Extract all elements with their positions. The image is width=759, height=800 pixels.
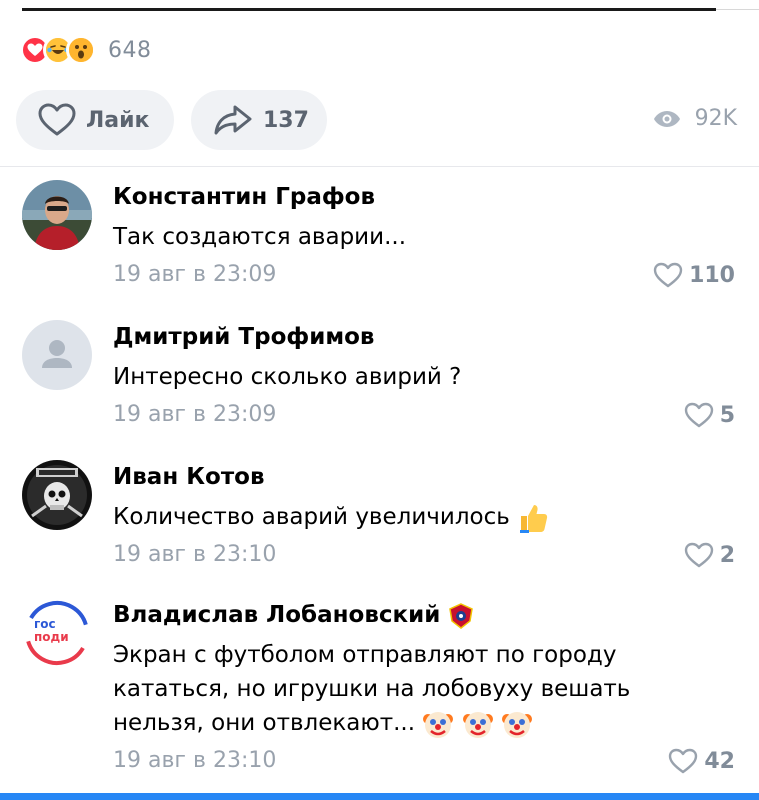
views-counter: 92K <box>653 106 737 131</box>
media-edge-bar <box>22 8 716 11</box>
media-edge-line <box>716 9 759 10</box>
avatar-gos-podi-logo[interactable]: гос поди <box>22 598 92 668</box>
clown-face-emoji-icon <box>423 711 454 738</box>
comment-time[interactable]: 19 авг в 23:09 <box>113 262 276 287</box>
comment-like-count: 42 <box>704 748 735 774</box>
comment-time[interactable]: 19 авг в 23:09 <box>113 402 276 427</box>
share-count: 137 <box>263 107 309 133</box>
comment-like-button[interactable]: 42 <box>668 748 735 774</box>
reactions-summary[interactable]: 648 <box>20 32 152 68</box>
comment-text-line: Количество аварий увеличилось <box>113 500 549 534</box>
section-divider <box>0 166 759 167</box>
comment-author-line: Владислав Лобановский <box>113 602 474 629</box>
comment-author[interactable]: Константин Графов <box>113 184 375 210</box>
comment-author[interactable]: Дмитрий Трофимов <box>113 324 374 350</box>
like-button-label: Лайк <box>86 107 150 133</box>
comment-text: Количество аварий увеличилось <box>113 504 510 530</box>
avatar-logo-text: гос поди <box>34 618 69 644</box>
avatar-photo[interactable] <box>22 180 92 250</box>
clown-face-emoji-icon <box>462 711 493 738</box>
user-silhouette-icon <box>42 340 72 368</box>
comment-like-button[interactable]: 5 <box>684 402 735 428</box>
comment-like-button[interactable]: 110 <box>653 262 735 288</box>
like-button[interactable]: Лайк <box>16 90 174 150</box>
comment-text: Так создаются аварии... <box>113 224 407 250</box>
bottom-accent-bar <box>0 793 759 800</box>
heart-outline-icon <box>669 748 698 774</box>
heart-outline-icon <box>653 262 683 288</box>
comment-author[interactable]: Иван Котов <box>113 464 265 490</box>
comment-text: нельзя, они отвлекают... <box>113 710 416 736</box>
comment-text: Экран с футболом отправляют по городу <box>113 642 617 668</box>
views-count: 92K <box>694 106 737 131</box>
comment-like-count: 110 <box>689 262 735 288</box>
surprised-reaction-icon <box>66 35 96 65</box>
comment-time[interactable]: 19 авг в 23:10 <box>113 542 276 567</box>
thumbs-up-emoji-icon <box>520 504 548 533</box>
heart-icon <box>38 103 76 136</box>
comment-like-button[interactable]: 2 <box>684 542 735 568</box>
avatar-placeholder[interactable] <box>22 320 92 390</box>
avatar-skull-logo[interactable] <box>22 460 92 530</box>
share-button[interactable]: 137 <box>191 90 327 150</box>
clown-face-emoji-icon <box>502 711 532 738</box>
eye-icon <box>653 110 680 127</box>
comment-text: Интересно сколько авирий ? <box>113 364 462 390</box>
share-arrow-icon <box>214 105 252 135</box>
clown-emoji-group <box>422 710 533 738</box>
heart-outline-icon <box>684 542 713 568</box>
logo-line-2: поди <box>34 630 69 644</box>
heart-outline-icon <box>684 402 713 428</box>
comment-time[interactable]: 19 авг в 23:10 <box>113 748 276 773</box>
reactions-count: 648 <box>108 37 152 63</box>
comment-like-count: 5 <box>719 402 735 428</box>
comment-text: кататься, но игрушки на лобовуху вешать <box>113 676 631 702</box>
comment-text-line: нельзя, они отвлекают... <box>113 706 533 740</box>
comment-author[interactable]: Владислав Лобановский <box>113 602 440 628</box>
club-crest-emoji-icon <box>449 602 474 629</box>
comment-like-count: 2 <box>719 542 735 568</box>
